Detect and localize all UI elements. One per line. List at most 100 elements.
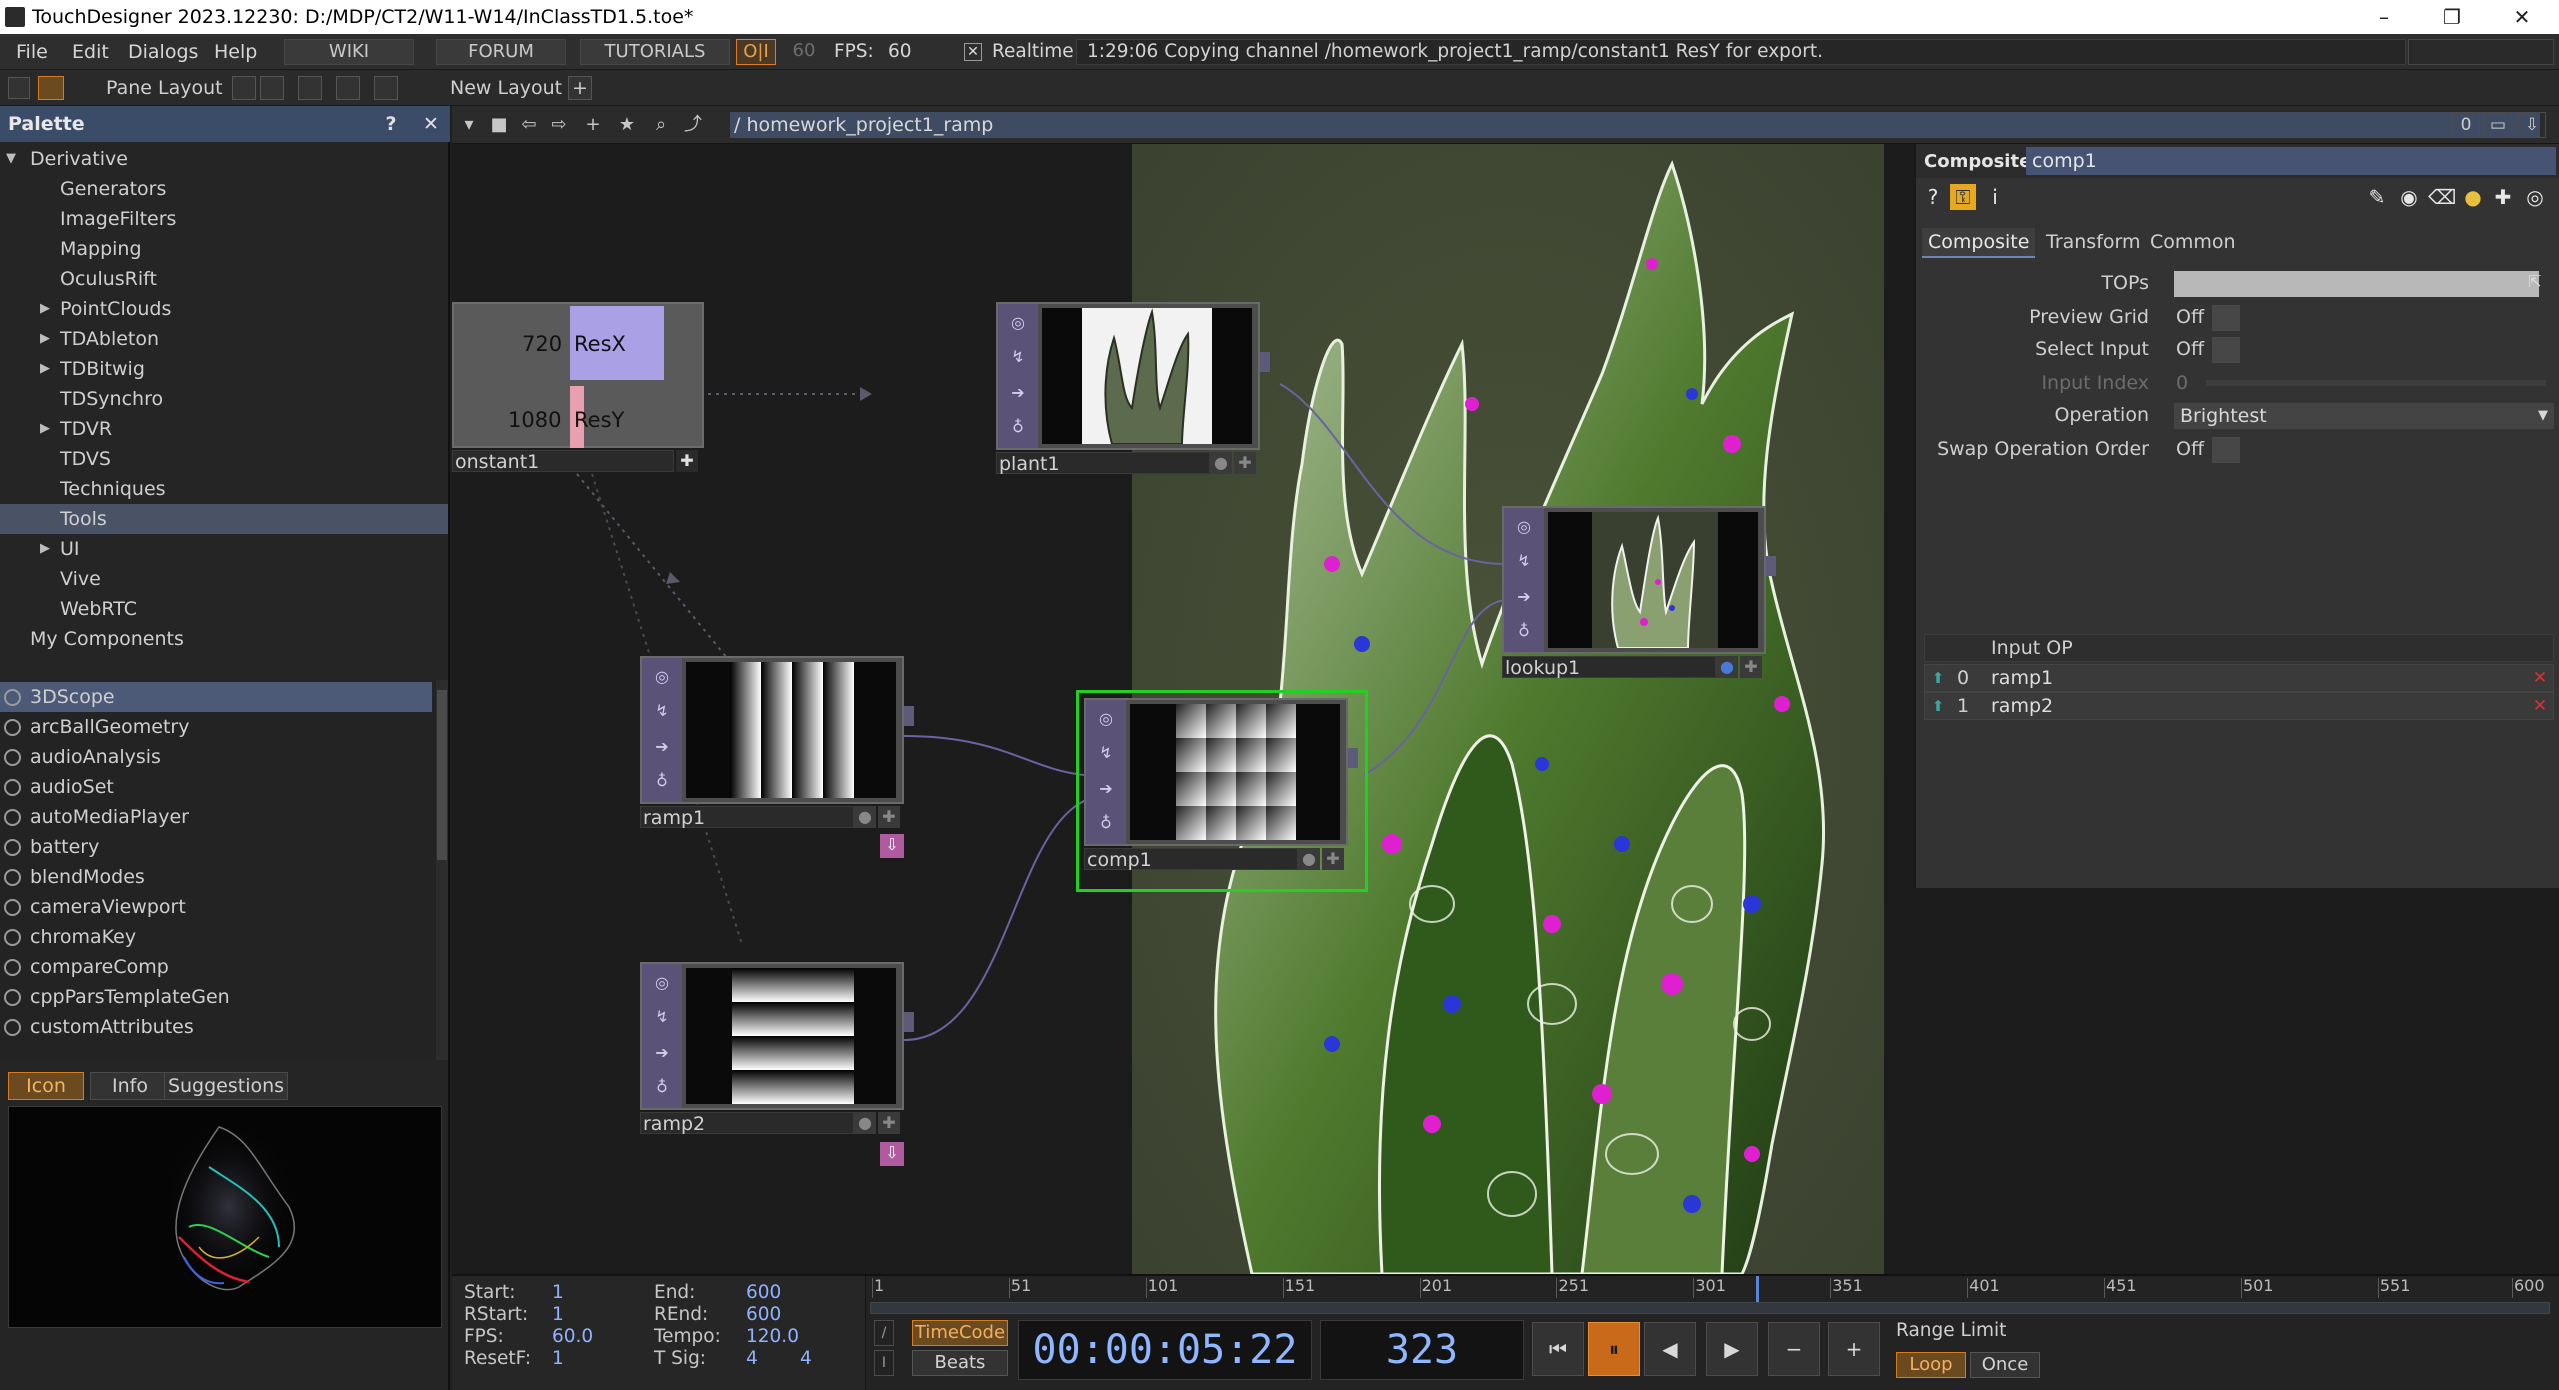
timeline-cursor[interactable] xyxy=(1755,1276,1759,1302)
timeline-toggle-a[interactable]: / xyxy=(874,1320,894,1346)
lock-icon[interactable]: ♁ xyxy=(651,1076,673,1098)
node-name-ramp1[interactable]: ramp1 xyxy=(640,806,854,829)
eraser-icon[interactable]: ⌫ xyxy=(2428,184,2456,210)
palette-tree-item[interactable]: ImageFilters xyxy=(0,204,448,234)
palette-tree-item[interactable]: ▶ TDVR xyxy=(0,414,448,444)
palette-tree-item[interactable]: Mapping xyxy=(0,234,448,264)
node-name-lookup1[interactable]: lookup1 xyxy=(1502,656,1716,679)
palette-tree-item[interactable]: ▼ Derivative xyxy=(0,144,448,174)
menu-help[interactable]: Help xyxy=(214,41,257,63)
swap-order-toggle[interactable] xyxy=(2212,437,2240,463)
palette-list-item[interactable]: battery xyxy=(0,832,432,862)
bypass-icon[interactable]: ➔ xyxy=(1007,382,1029,404)
cook-icon[interactable]: ↯ xyxy=(651,700,673,722)
target-icon[interactable]: ◎ xyxy=(2522,184,2548,210)
remove-input-icon[interactable]: ✕ xyxy=(2531,669,2549,687)
once-button[interactable]: Once xyxy=(1970,1352,2040,1378)
layout-quad-icon[interactable] xyxy=(374,76,398,100)
palette-tree-item[interactable]: My Components xyxy=(0,624,448,654)
palette-list-item[interactable]: cameraViewport xyxy=(0,892,432,922)
timeline-toggle-b[interactable]: I xyxy=(874,1350,894,1376)
input-op-name[interactable]: ramp2 xyxy=(1991,695,2053,717)
cook-icon[interactable]: ↯ xyxy=(1513,550,1535,572)
node-comp1[interactable]: ◎ ↯ ➔ ♁ comp1 ● ✚ xyxy=(1076,690,1374,908)
wiki-button[interactable]: WIKI xyxy=(284,39,414,65)
rend-value[interactable]: 600 xyxy=(746,1304,781,1325)
palette-tree-item[interactable]: Generators xyxy=(0,174,448,204)
expand-right-icon[interactable]: ▶ xyxy=(40,534,50,564)
viewer-icon[interactable]: ◎ xyxy=(651,972,673,994)
palette-tree-item[interactable]: ▶ TDAbleton xyxy=(0,324,448,354)
tops-field[interactable] xyxy=(2174,271,2539,297)
export-icon[interactable]: ⇩ xyxy=(2518,112,2546,138)
palette-tree-item[interactable]: TDVS xyxy=(0,444,448,474)
network-menu-icon[interactable]: ▾ xyxy=(456,112,482,138)
plant1-viewer-flag[interactable]: ● xyxy=(1210,452,1232,474)
restore-button[interactable]: ❐ xyxy=(2422,2,2482,32)
tsig-denominator[interactable]: 4 xyxy=(800,1348,812,1369)
cook-icon[interactable]: ↯ xyxy=(1007,346,1029,368)
bypass-icon[interactable]: ➔ xyxy=(1095,778,1117,800)
palette-tree-item[interactable]: Vive xyxy=(0,564,448,594)
edit-icon[interactable]: ✎ xyxy=(2364,184,2390,210)
menu-edit[interactable]: Edit xyxy=(72,41,109,63)
menu-dialogs[interactable]: Dialogs xyxy=(128,41,198,63)
input-op-row[interactable]: ⬆ 1 ramp2 ✕ xyxy=(1924,692,2554,720)
expand-down-icon[interactable]: ▼ xyxy=(6,144,16,174)
viewer-icon[interactable]: ◎ xyxy=(1513,516,1535,538)
layout-hsplit-icon[interactable] xyxy=(298,76,322,100)
expand-right-icon[interactable]: ▶ xyxy=(40,324,50,354)
timecode-button[interactable]: TimeCode xyxy=(912,1320,1008,1346)
palette-list-item[interactable]: cppParsTemplateGen xyxy=(0,982,432,1012)
plant1-display-flag[interactable]: ✚ xyxy=(1234,452,1256,474)
palette-list-item[interactable]: customAttributes xyxy=(0,1012,432,1042)
rstart-value[interactable]: 1 xyxy=(552,1304,564,1325)
node-name-plant1[interactable]: plant1 xyxy=(996,452,1210,475)
ramp1-export-icon[interactable]: ⇩ xyxy=(880,834,904,858)
cook-icon[interactable]: ↯ xyxy=(651,1006,673,1028)
palette-tree-item[interactable]: OculusRift xyxy=(0,264,448,294)
forum-button[interactable]: FORUM xyxy=(436,39,566,65)
beats-button[interactable]: Beats xyxy=(912,1350,1008,1376)
palette-tree-item[interactable]: TDSynchro xyxy=(0,384,448,414)
loop-button[interactable]: Loop xyxy=(1896,1352,1966,1378)
palette-tree-item[interactable]: ▶ UI xyxy=(0,534,448,564)
tab-icon[interactable]: Icon xyxy=(8,1072,84,1100)
op-picker-icon[interactable]: ⇱ xyxy=(2528,272,2541,291)
new-layout-label[interactable]: New Layout xyxy=(450,77,562,99)
maximize-pane-icon[interactable]: ▭ xyxy=(2484,112,2512,138)
node-lookup1[interactable]: ◎ ↯ ➔ ♁ lookup1 ● ✚ xyxy=(1502,506,1788,679)
expand-right-icon[interactable]: ▶ xyxy=(40,294,50,324)
network-path-bar[interactable] xyxy=(730,112,2540,138)
start-value[interactable]: 1 xyxy=(552,1282,564,1303)
node-ramp1[interactable]: ◎ ↯ ➔ ♁ ramp1 ● ✚ ⇩ xyxy=(640,656,926,866)
operation-dropdown[interactable]: Brightest ▼ xyxy=(2174,403,2554,429)
python-help-icon[interactable]: ⚿ xyxy=(1950,184,1976,210)
stop-icon[interactable]: ■ xyxy=(486,112,512,138)
pause-icon[interactable]: ⏸ xyxy=(1588,1322,1640,1376)
frame-display[interactable]: 323 xyxy=(1320,1320,1524,1380)
node-name-ramp2[interactable]: ramp2 xyxy=(640,1112,854,1135)
palette-list-item[interactable]: arcBallGeometry xyxy=(0,712,432,742)
bookmark-icon[interactable]: ★ xyxy=(614,112,640,138)
oi-toggle-button[interactable]: O|I xyxy=(736,39,776,65)
step-forward-icon[interactable]: ▶ xyxy=(1706,1322,1758,1376)
input-op-row[interactable]: ⬆ 0 ramp1 ✕ xyxy=(1924,664,2554,692)
lock-icon[interactable]: ♁ xyxy=(651,770,673,792)
palette-list-item[interactable]: 3DScope xyxy=(0,682,432,712)
palette-tree-item[interactable]: WebRTC xyxy=(0,594,448,624)
constant1-add-icon[interactable]: ✚ xyxy=(676,450,698,472)
palette-close-button[interactable]: ✕ xyxy=(416,110,446,138)
find-icon[interactable]: ⌕ xyxy=(648,112,674,138)
close-window-button[interactable]: ✕ xyxy=(2492,2,2552,32)
node-name-constant1[interactable]: onstant1 xyxy=(452,450,674,473)
lookup1-display-flag[interactable]: ✚ xyxy=(1740,656,1762,678)
palette-tree-item[interactable]: Tools xyxy=(0,504,448,534)
palette-list-item[interactable]: compareComp xyxy=(0,952,432,982)
go-to-start-icon[interactable]: ⏮ xyxy=(1532,1322,1584,1376)
plant1-output[interactable] xyxy=(1260,352,1270,372)
node-name-comp1[interactable]: comp1 xyxy=(1084,848,1298,871)
tutorials-button[interactable]: TUTORIALS xyxy=(580,39,730,65)
scrollbar-thumb[interactable] xyxy=(437,690,447,860)
lookup1-output[interactable] xyxy=(1766,556,1776,576)
